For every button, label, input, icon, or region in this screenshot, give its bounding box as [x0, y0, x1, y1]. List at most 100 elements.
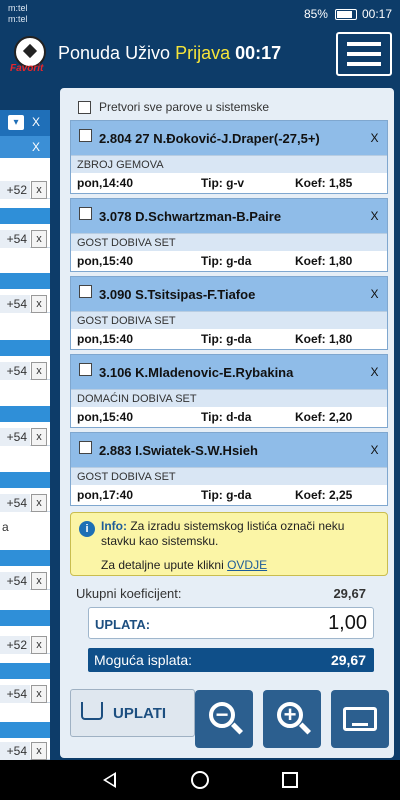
- remove-button[interactable]: x: [31, 295, 47, 313]
- brand-logo[interactable]: Favorit: [10, 36, 50, 74]
- bet-footer: pon,17:40 Tip: g-da Koef: 2,25: [71, 485, 387, 506]
- nav-ponuda[interactable]: Ponuda: [58, 43, 120, 64]
- remove-button[interactable]: x: [31, 742, 47, 760]
- menu-bar-icon: [347, 62, 381, 66]
- bet-tip: Tip: d-da: [201, 410, 252, 424]
- remove-bet-button[interactable]: X: [362, 121, 387, 155]
- system-checkbox[interactable]: [79, 363, 92, 376]
- checkbox[interactable]: [78, 100, 91, 114]
- payout-label: Moguća isplata:: [94, 652, 193, 668]
- bet-footer: pon,14:40 Tip: g-v Koef: 1,85: [71, 173, 387, 194]
- offer-list-background: ▾ X X +52 x +54 x +54 x +54 x +54 x +54 …: [0, 110, 50, 760]
- league-band: [0, 406, 50, 422]
- league-band: [0, 472, 50, 488]
- odds-delta: +54: [0, 428, 30, 446]
- zoom-in-button[interactable]: +: [263, 690, 321, 748]
- remove-button[interactable]: x: [31, 230, 47, 248]
- pay-button[interactable]: UPLATI: [70, 689, 195, 737]
- info-box: i Info: Za izradu sistemskog listića ozn…: [70, 512, 388, 576]
- bet-slip-panel: Pretvori sve parove u sistemske 2.804 27…: [58, 86, 396, 760]
- bet-time: pon,17:40: [77, 488, 134, 502]
- remove-bet-button[interactable]: X: [362, 277, 387, 311]
- collapse-icon[interactable]: ▾: [8, 115, 24, 130]
- bet-market: DOMAĆIN DOBIVA SET: [71, 389, 387, 407]
- system-nav-bar: [0, 760, 400, 800]
- recents-icon[interactable]: [282, 772, 298, 788]
- bet-title: 3.078 D.Schwartzman-B.Paire: [99, 209, 282, 224]
- list-item: +52 x: [0, 177, 50, 199]
- list-item: +54 x: [0, 226, 50, 248]
- bet-item: 3.090 S.Tsitsipas-F.Tiafoe X GOST DOBIVA…: [70, 276, 388, 350]
- stake-value[interactable]: 1,00: [328, 612, 367, 635]
- remove-bet-button[interactable]: X: [362, 199, 387, 233]
- offer-list-close[interactable]: X: [32, 115, 40, 129]
- info-link-text: Za detaljne upute klikni: [101, 558, 224, 572]
- bet-odds: Koef: 1,80: [295, 254, 353, 268]
- convert-all-label: Pretvori sve parove u sistemske: [99, 100, 270, 114]
- bet-tip: Tip: g-da: [201, 254, 252, 268]
- info-link[interactable]: OVDJE: [227, 558, 267, 572]
- remove-bet-button[interactable]: X: [362, 355, 387, 389]
- text-fragment: a: [2, 520, 9, 534]
- league-band: [0, 550, 50, 566]
- system-checkbox[interactable]: [79, 207, 92, 220]
- info-text: Info: Za izradu sistemskog listića označ…: [101, 519, 381, 549]
- system-checkbox[interactable]: [79, 441, 92, 454]
- payout-value: 29,67: [330, 652, 366, 668]
- bet-tip: Tip: g-v: [201, 176, 245, 190]
- bet-market: GOST DOBIVA SET: [71, 233, 387, 251]
- bet-time: pon,15:40: [77, 410, 134, 424]
- league-band: [0, 340, 50, 356]
- list-item: +54 x: [0, 358, 50, 380]
- hamburger-menu-button[interactable]: [336, 32, 392, 76]
- system-checkbox[interactable]: [79, 285, 92, 298]
- header-clock: 00:17: [235, 43, 282, 63]
- remove-button[interactable]: x: [31, 362, 47, 380]
- odds-delta: +54: [0, 494, 30, 512]
- nav-prijava[interactable]: Prijava: [175, 43, 230, 64]
- system-checkbox[interactable]: [79, 129, 92, 142]
- bet-tip: Tip: g-da: [201, 332, 252, 346]
- remove-button[interactable]: x: [31, 494, 47, 512]
- pay-button-label: UPLATI: [113, 705, 167, 722]
- menu-bar-icon: [347, 42, 381, 46]
- home-icon[interactable]: [191, 771, 209, 789]
- convert-all-system[interactable]: Pretvori sve parove u sistemske: [78, 100, 269, 114]
- bet-market: GOST DOBIVA SET: [71, 467, 387, 485]
- nav-uzivo[interactable]: Uživo: [125, 43, 170, 64]
- list-item: +54 x: [0, 490, 50, 512]
- remove-button[interactable]: x: [31, 572, 47, 590]
- top-nav: Ponuda Uživo Prijava 00:17: [58, 43, 281, 64]
- remove-bet-button[interactable]: X: [362, 433, 387, 467]
- back-icon[interactable]: [103, 772, 116, 788]
- offer-list-sub-close[interactable]: X: [32, 140, 40, 154]
- bet-item: 2.804 27 N.Đoković-J.Draper(-27,5+) X ZB…: [70, 120, 388, 194]
- stake-input[interactable]: UPLATA: 1,00: [88, 607, 374, 639]
- remove-button[interactable]: x: [31, 685, 47, 703]
- total-odds-value: 29,67: [333, 586, 366, 601]
- odds-delta: +54: [0, 230, 30, 248]
- league-band: [0, 663, 50, 679]
- battery-icon: [334, 8, 357, 20]
- zoom-out-button[interactable]: −: [195, 690, 253, 748]
- bet-header: 2.883 I.Swiatek-S.W.Hsieh: [71, 433, 363, 467]
- league-band: [0, 273, 50, 289]
- cart-icon: [81, 702, 103, 720]
- bet-header: 3.106 K.Mladenovic-E.Rybakina: [71, 355, 363, 389]
- bet-item: 3.078 D.Schwartzman-B.Paire X GOST DOBIV…: [70, 198, 388, 272]
- keyboard-button[interactable]: [331, 690, 389, 748]
- bet-odds: Koef: 1,85: [295, 176, 353, 190]
- bet-time: pon,15:40: [77, 254, 134, 268]
- battery-percent: 85%: [303, 7, 328, 21]
- bet-time: pon,14:40: [77, 176, 134, 190]
- remove-button[interactable]: x: [31, 636, 47, 654]
- remove-button[interactable]: x: [31, 428, 47, 446]
- bet-market: ZBROJ GEMOVA: [71, 155, 387, 173]
- bet-title: 3.106 K.Mladenovic-E.Rybakina: [99, 365, 294, 380]
- odds-delta: +54: [0, 362, 30, 380]
- remove-button[interactable]: x: [31, 181, 47, 199]
- odds-delta: +52: [0, 636, 30, 654]
- odds-delta: +54: [0, 572, 30, 590]
- status-time: 00:17: [361, 7, 392, 21]
- bet-title: 2.883 I.Swiatek-S.W.Hsieh: [99, 443, 258, 458]
